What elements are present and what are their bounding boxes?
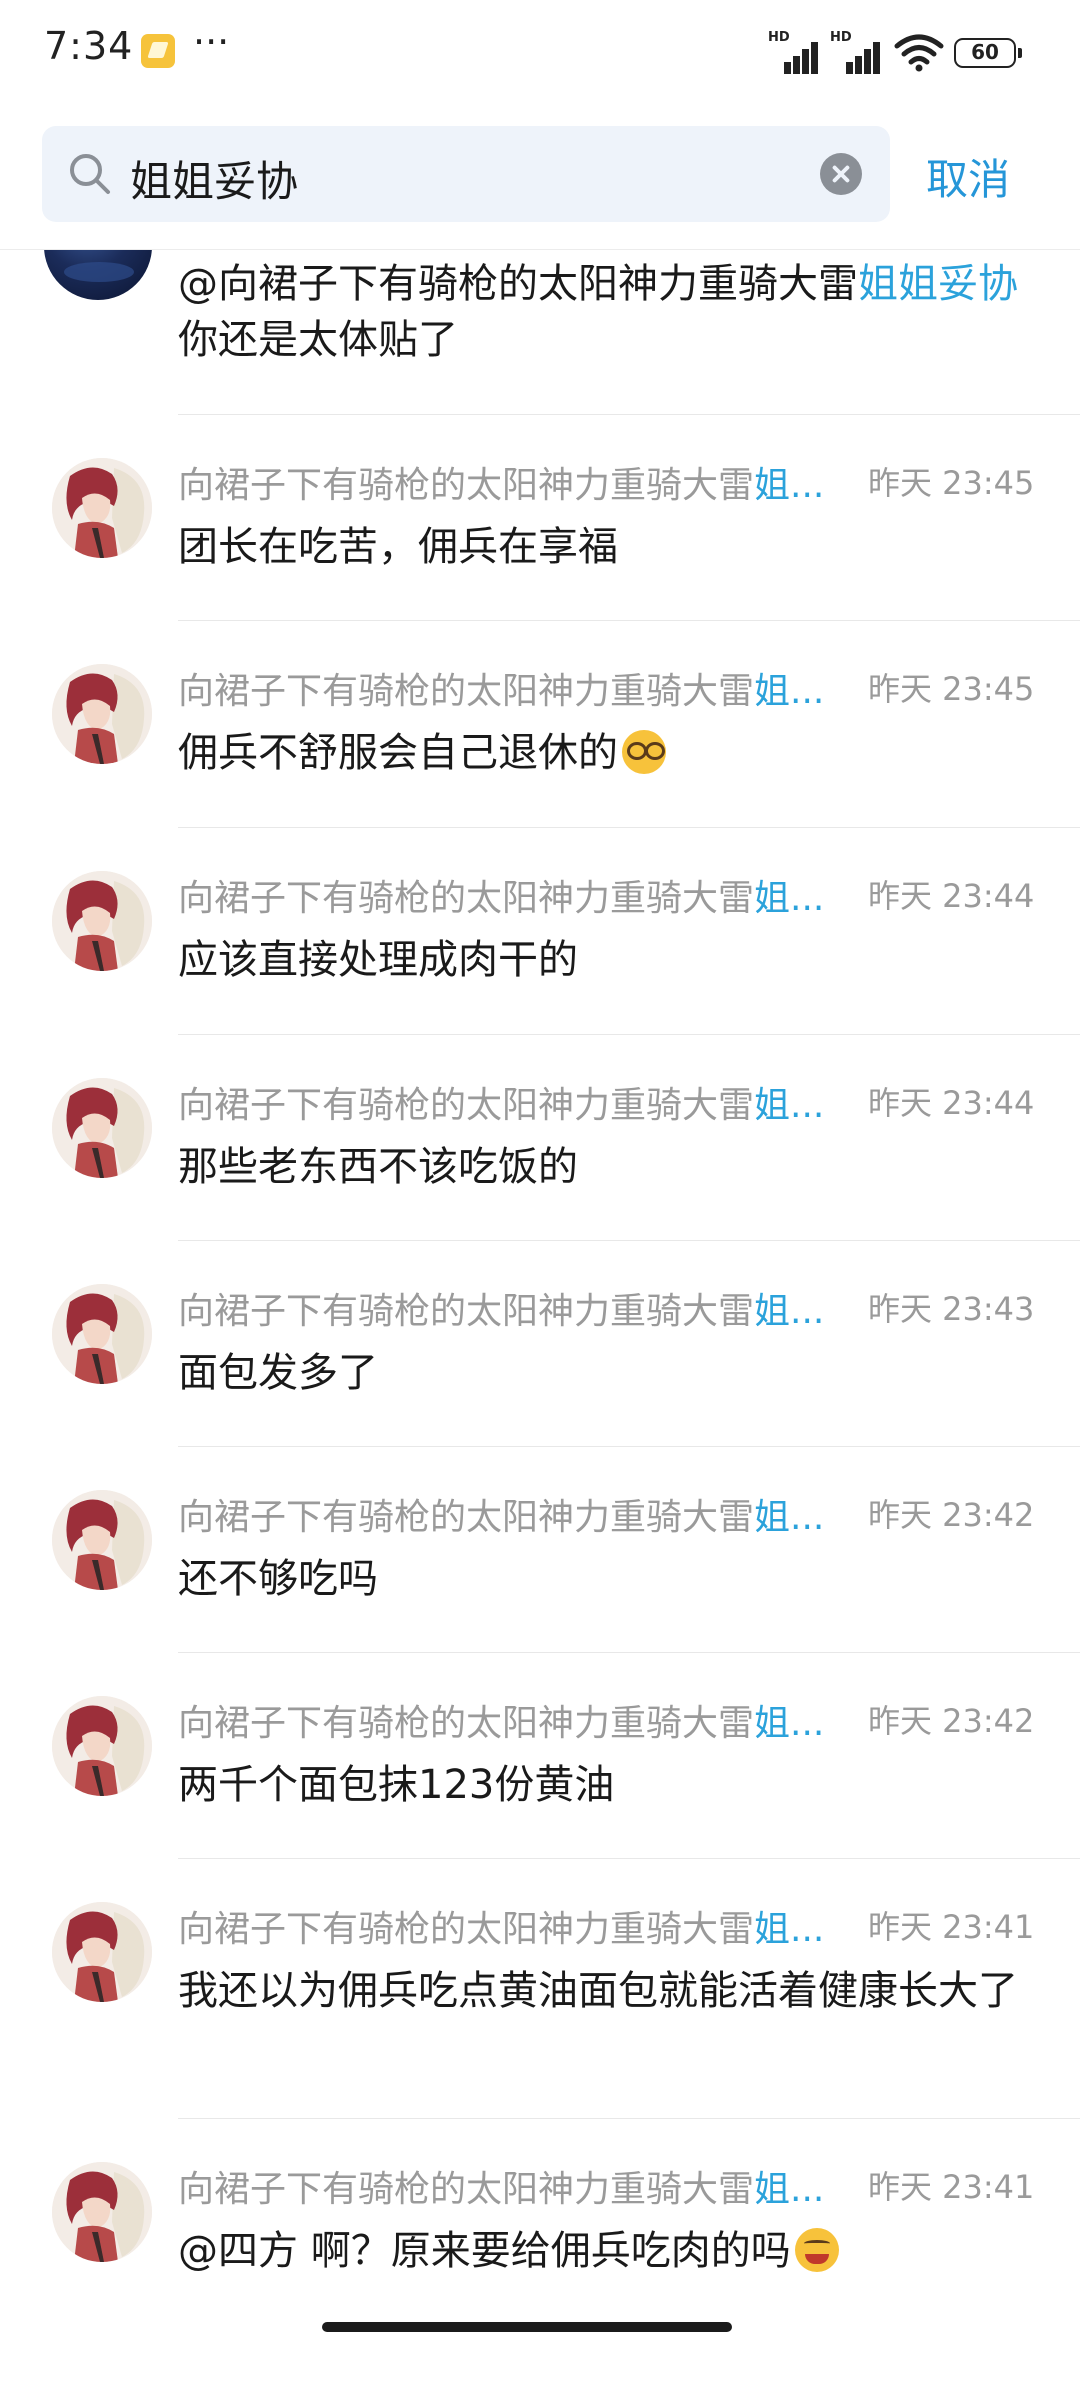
avatar-illustration — [52, 1490, 152, 1590]
avatar[interactable] — [52, 1696, 152, 1796]
message-text: @四方 啊？原来要给佣兵吃肉的吗 — [178, 2224, 1038, 2278]
keyword-highlight: 姐... — [754, 1909, 825, 1950]
cellular-signal-1-icon: HD — [768, 30, 826, 74]
divider — [178, 1652, 1080, 1653]
avatar-illustration — [52, 664, 152, 764]
status-time: 7:34 — [44, 24, 134, 68]
keyword-highlight: 姐姐妥协 — [858, 261, 1018, 307]
avatar-illustration — [52, 1078, 152, 1178]
list-item[interactable]: 向裙子下有骑枪的太阳神力重骑大雷姐... 昨天 23:43 面包发多了 — [0, 1240, 1080, 1440]
sender-name: 向裙子下有骑枪的太阳神力重骑大雷姐... — [178, 878, 825, 919]
avatar[interactable] — [52, 664, 152, 764]
laughing-emoji — [794, 2228, 839, 2272]
list-item[interactable]: 向裙子下有骑枪的太阳神力重骑大雷姐... 昨天 23:44 那些老东西不该吃饭的 — [0, 1034, 1080, 1234]
avatar-illustration — [52, 871, 152, 971]
wifi-icon — [894, 34, 944, 72]
status-bar: 7:34 ··· HD HD 60 — [0, 0, 1080, 104]
avatar[interactable] — [52, 1490, 152, 1590]
message-time: 昨天 23:43 — [868, 1290, 1035, 1328]
cellular-signal-2-icon: HD — [830, 30, 888, 74]
message-text: 还不够吃吗 — [178, 1556, 378, 1602]
clear-search-icon[interactable] — [820, 153, 862, 195]
message-time: 昨天 23:41 — [868, 1908, 1035, 1946]
divider — [178, 414, 1080, 415]
more-notifications-icon: ··· — [193, 20, 230, 64]
list-item[interactable]: 向裙子下有骑枪的太阳神力重骑大雷姐... 昨天 23:42 还不够吃吗 — [0, 1446, 1080, 1646]
list-item[interactable]: @向裙子下有骑枪的太阳神力重骑大雷姐姐妥协 你还是太体贴了 — [0, 250, 1080, 410]
divider — [178, 1858, 1080, 1859]
message-text: 那些老东西不该吃饭的 — [178, 1144, 578, 1190]
divider — [178, 2118, 1080, 2119]
avatar[interactable] — [52, 1902, 152, 2002]
list-item[interactable]: 向裙子下有骑枪的太阳神力重骑大雷姐... 昨天 23:42 两千个面包抹123份… — [0, 1652, 1080, 1852]
avatar-illustration — [52, 458, 152, 558]
list-item[interactable]: 向裙子下有骑枪的太阳神力重骑大雷姐... 昨天 23:44 应该直接处理成肉干的 — [0, 827, 1080, 1027]
message-text: 佣兵不舒服会自己退休的 — [178, 726, 1038, 780]
avatar[interactable] — [52, 458, 152, 558]
keyword-highlight: 姐... — [754, 1497, 825, 1538]
sender-name: 向裙子下有骑枪的太阳神力重骑大雷姐... — [178, 1703, 825, 1744]
nerd-face-emoji — [622, 730, 666, 774]
search-query[interactable]: 姐姐妥协 — [130, 148, 298, 209]
message-time: 昨天 23:44 — [868, 877, 1035, 915]
message-text: 团长在吃苦，佣兵在享福 — [178, 524, 618, 570]
divider — [178, 1240, 1080, 1241]
sender-name: 向裙子下有骑枪的太阳神力重骑大雷姐... — [178, 1291, 825, 1332]
avatar[interactable] — [52, 1284, 152, 1384]
message-text: 我还以为佣兵吃点黄油面包就能活着健康长大了 — [178, 1968, 1018, 2014]
sender-name: 向裙子下有骑枪的太阳神力重骑大雷姐... — [178, 671, 825, 712]
message-text: 面包发多了 — [178, 1350, 378, 1396]
home-indicator[interactable] — [322, 2322, 732, 2332]
battery-icon: 60 — [954, 38, 1022, 68]
sender-name: 向裙子下有骑枪的太阳神力重骑大雷姐... — [178, 465, 825, 506]
list-item[interactable]: 向裙子下有骑枪的太阳神力重骑大雷姐... 昨天 23:41 我还以为佣兵吃点黄油… — [0, 1858, 1080, 2058]
keyword-highlight: 姐... — [754, 1703, 825, 1744]
divider — [178, 620, 1080, 621]
message-text: 两千个面包抹123份黄油 — [178, 1762, 615, 1808]
divider — [178, 1446, 1080, 1447]
keyword-highlight: 姐... — [754, 878, 825, 919]
list-item[interactable]: 向裙子下有骑枪的太阳神力重骑大雷姐... 昨天 23:45 团长在吃苦，佣兵在享… — [0, 414, 1080, 614]
sender-name: 向裙子下有骑枪的太阳神力重骑大雷姐... — [178, 1909, 825, 1950]
message-time: 昨天 23:45 — [868, 464, 1035, 502]
keyword-highlight: 姐... — [754, 1085, 825, 1126]
avatar-illustration — [52, 1902, 152, 2002]
message-text: @向裙子下有骑枪的太阳神力重骑大雷姐姐妥协 你还是太体贴了 — [178, 261, 1018, 363]
message-time: 昨天 23:42 — [868, 1702, 1035, 1740]
divider — [178, 827, 1080, 828]
list-item[interactable]: 向裙子下有骑枪的太阳神力重骑大雷姐... 昨天 23:45 佣兵不舒服会自己退休… — [0, 620, 1080, 820]
avatar[interactable] — [52, 871, 152, 971]
keyword-highlight: 姐... — [754, 1291, 825, 1332]
search-input[interactable]: 姐姐妥协 — [42, 126, 890, 222]
search-header: 姐姐妥协 取消 — [0, 104, 1080, 250]
avatar[interactable] — [52, 1078, 152, 1178]
avatar-illustration — [52, 2162, 152, 2262]
divider — [178, 1034, 1080, 1035]
avatar-illustration — [52, 1696, 152, 1796]
message-time: 昨天 23:45 — [868, 670, 1035, 708]
search-icon — [70, 154, 110, 194]
sender-name: 向裙子下有骑枪的太阳神力重骑大雷姐... — [178, 2169, 825, 2210]
sender-name: 向裙子下有骑枪的太阳神力重骑大雷姐... — [178, 1497, 825, 1538]
notification-app-icon — [141, 34, 175, 68]
message-list[interactable]: @向裙子下有骑枪的太阳神力重骑大雷姐姐妥协 你还是太体贴了 向裙子下有骑枪的太阳… — [0, 250, 1080, 2400]
message-time: 昨天 23:41 — [868, 2168, 1035, 2206]
cancel-button[interactable]: 取消 — [926, 146, 1010, 207]
avatar[interactable] — [44, 250, 152, 300]
avatar-illustration — [52, 1284, 152, 1384]
message-text: 应该直接处理成肉干的 — [178, 937, 578, 983]
sender-name: 向裙子下有骑枪的太阳神力重骑大雷姐... — [178, 1085, 825, 1126]
keyword-highlight: 姐... — [754, 671, 825, 712]
keyword-highlight: 姐... — [754, 465, 825, 506]
keyword-highlight: 姐... — [754, 2169, 825, 2210]
message-time: 昨天 23:42 — [868, 1496, 1035, 1534]
message-time: 昨天 23:44 — [868, 1084, 1035, 1122]
avatar[interactable] — [52, 2162, 152, 2262]
list-item[interactable]: 向裙子下有骑枪的太阳神力重骑大雷姐... 昨天 23:41 @四方 啊？原来要给… — [0, 2118, 1080, 2318]
